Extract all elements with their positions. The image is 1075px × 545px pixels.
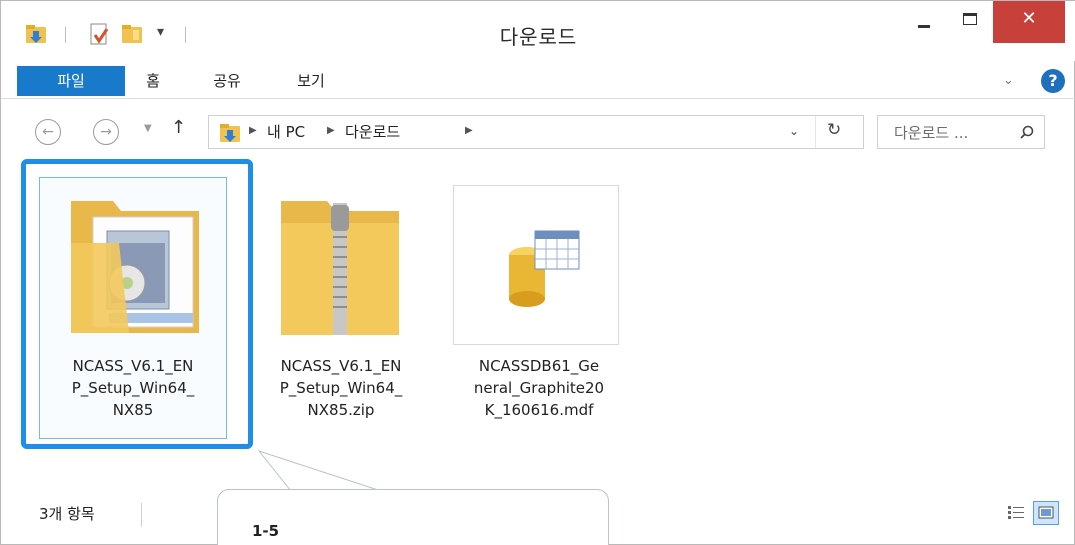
file-name: NCASSDB61_Ge neral_Graphite20 K_160616.m… [445,355,633,421]
annotation-callout: 1-5 [217,489,609,545]
folder-icon [220,124,240,142]
search-icon[interactable] [1020,125,1034,139]
help-icon[interactable]: ? [1041,69,1065,93]
database-file-icon [509,230,580,307]
large-icons-view-icon [1038,506,1054,519]
address-bar[interactable]: ▶ 내 PC ▶ 다운로드 ▶ ⌄ ↻ [208,115,864,149]
file-name-line: P_Setup_Win64_ [279,379,403,397]
refresh-icon[interactable]: ↻ [827,120,841,140]
status-divider [141,503,142,527]
file-name: NCASS_V6.1_EN P_Setup_Win64_ NX85.zip [247,355,435,421]
file-item[interactable]: NCASS_V6.1_EN P_Setup_Win64_ NX85.zip [247,177,435,441]
tab-home[interactable]: 홈 [125,63,181,99]
tab-share[interactable]: 공유 [199,63,255,99]
file-name-line: K_160616.mdf [484,401,594,419]
tab-file[interactable]: 파일 [17,66,125,96]
breadcrumb-this-pc[interactable]: 내 PC [267,121,305,142]
breadcrumb-downloads[interactable]: 다운로드 [345,121,400,142]
address-dropdown-icon[interactable]: ⌄ [789,124,799,138]
recent-locations-icon[interactable]: ▼ [144,123,152,134]
status-item-count: 3개 항목 [39,505,95,523]
details-view-icon[interactable] [1007,504,1025,522]
search-input[interactable]: 다운로드 ... [877,115,1045,149]
callout-text: 1-5 [252,522,280,540]
title-bar: ▾ 다운로드 ✕ [1,1,1075,61]
annotation-highlight-box [21,159,253,449]
breadcrumb-separator-icon[interactable]: ▶ [249,125,257,136]
explorer-window: ▾ 다운로드 ✕ 파일 홈 공유 보기 ⌄ ? ← → ▼ ↑ ▶ 내 PC ▶… [0,0,1075,545]
large-icons-view-button[interactable] [1033,501,1059,525]
zip-folder-icon [281,201,399,335]
navigation-bar: ← → ▼ ↑ ▶ 내 PC ▶ 다운로드 ▶ ⌄ ↻ 다운로드 ... [1,107,1075,155]
close-icon: ✕ [1021,7,1037,29]
file-name-line: neral_Graphite20 [473,379,605,397]
file-name-line: NCASS_V6.1_EN [280,357,402,375]
forward-button[interactable]: → [93,119,119,145]
address-divider [815,116,816,148]
tab-view[interactable]: 보기 [283,63,339,99]
ribbon-tabs: 파일 홈 공유 보기 ⌄ ? [1,63,1075,99]
back-button[interactable]: ← [35,119,61,145]
up-button[interactable]: ↑ [171,117,186,138]
expand-ribbon-icon[interactable]: ⌄ [1003,73,1014,88]
breadcrumb-separator-icon[interactable]: ▶ [465,125,473,136]
minimize-icon [918,24,930,28]
minimize-button[interactable] [901,1,947,43]
file-name-line: NX85.zip [307,401,375,419]
maximize-button[interactable] [947,1,993,43]
search-placeholder: 다운로드 ... [894,124,969,142]
maximize-icon [963,13,977,25]
close-button[interactable]: ✕ [993,1,1065,43]
breadcrumb-separator-icon[interactable]: ▶ [327,125,335,136]
file-name-line: NCASSDB61_Ge [478,357,600,375]
file-item[interactable]: NCASSDB61_Ge neral_Graphite20 K_160616.m… [445,177,633,441]
